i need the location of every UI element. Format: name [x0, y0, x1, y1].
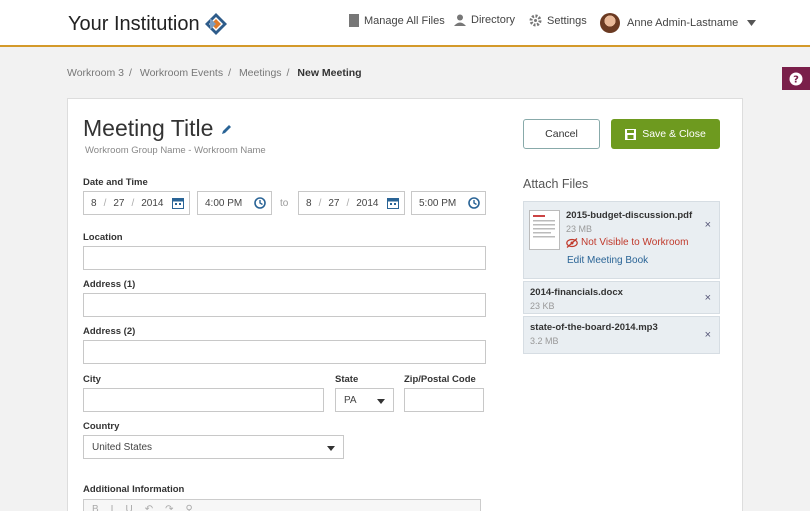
end-time-field[interactable]: 5:00 PM	[411, 191, 486, 215]
file-name: state-of-the-board-2014.mp3	[530, 322, 658, 333]
attachment-item: 2014-financials.docx 23 KB ×	[523, 281, 720, 314]
attachment-item: 2015-budget-discussion.pdf 23 MB Not Vis…	[523, 201, 720, 279]
start-day: 27	[113, 197, 125, 209]
nav-manage-files-label: Manage All Files	[364, 14, 445, 27]
nav-directory-label: Directory	[471, 14, 516, 26]
save-close-label: Save & Close	[642, 128, 706, 140]
user-icon	[454, 14, 466, 26]
chevron-down-icon	[327, 446, 335, 451]
nav-settings[interactable]: Settings	[529, 14, 587, 27]
nav-settings-label: Settings	[547, 14, 587, 27]
breadcrumb-item[interactable]: Workroom 3	[67, 67, 124, 79]
file-size: 23 KB	[530, 301, 555, 311]
meeting-subtitle: Workroom Group Name - Workroom Name	[85, 145, 266, 156]
svg-text:?: ?	[793, 74, 799, 85]
visibility-warning: Not Visible to Workroom	[566, 237, 692, 248]
meeting-title[interactable]: Meeting Title	[83, 115, 233, 142]
institution-logo-icon	[204, 13, 227, 35]
italic-button[interactable]: I	[111, 504, 114, 511]
avatar	[600, 13, 620, 33]
nav-directory[interactable]: Directory	[454, 14, 515, 26]
start-month: 8	[91, 197, 97, 209]
end-year: 2014	[356, 197, 379, 209]
brand[interactable]: Your Institution	[68, 12, 228, 36]
end-day: 27	[328, 197, 340, 209]
clock-icon[interactable]	[254, 197, 266, 209]
user-menu[interactable]: Anne Admin-Lastname	[600, 13, 757, 33]
remove-file-button[interactable]: ×	[705, 329, 711, 341]
top-bar: Your Institution Manage All Files Direct…	[0, 0, 810, 47]
file-size: 3.2 MB	[530, 336, 559, 346]
address1-label: Address (1)	[83, 279, 136, 290]
breadcrumb-item[interactable]: Meetings	[239, 67, 282, 79]
start-time-field[interactable]: 4:00 PM	[197, 191, 272, 215]
document-thumbnail-icon	[529, 210, 560, 250]
nav-manage-files[interactable]: Manage All Files	[349, 14, 445, 27]
meeting-title-text: Meeting Title	[83, 115, 214, 141]
eye-slash-icon	[566, 237, 578, 248]
address2-label: Address (2)	[83, 326, 136, 337]
additional-info-label: Additional Information	[83, 484, 185, 495]
user-name: Anne Admin-Lastname	[627, 17, 739, 29]
calendar-icon[interactable]	[387, 197, 399, 209]
remove-file-button[interactable]: ×	[705, 292, 711, 304]
country-value: United States	[92, 441, 153, 453]
start-date-field[interactable]: 8/ 27/ 2014	[83, 191, 190, 215]
editor-toolbar: B I U ↶ ↷ ⚲	[83, 499, 481, 511]
to-label: to	[280, 198, 289, 209]
city-label: City	[83, 374, 101, 385]
end-date-field[interactable]: 8/ 27/ 2014	[298, 191, 405, 215]
brand-name: Your Institution	[68, 12, 200, 35]
underline-button[interactable]: U	[125, 504, 132, 511]
undo-button[interactable]: ↶	[145, 504, 153, 511]
calendar-icon[interactable]	[172, 197, 184, 209]
breadcrumb-current: New Meeting	[297, 67, 362, 79]
file-name: 2014-financials.docx	[530, 287, 623, 298]
zip-input[interactable]	[404, 388, 484, 412]
start-year: 2014	[141, 197, 164, 209]
visibility-warning-text: Not Visible to Workroom	[581, 237, 689, 248]
redo-button[interactable]: ↷	[165, 504, 173, 511]
attach-files-title: Attach Files	[523, 177, 589, 191]
clock-icon[interactable]	[468, 197, 480, 209]
breadcrumb: Workroom 3/ Workroom Events / Meetings / N…	[67, 67, 362, 79]
help-button[interactable]: ?	[782, 67, 810, 90]
file-size: 23 MB	[566, 224, 593, 234]
address2-input[interactable]	[83, 340, 486, 364]
location-label: Location	[83, 232, 123, 243]
meeting-form-card: Meeting Title Workroom Group Name - Work…	[67, 98, 743, 511]
date-time-label: Date and Time	[83, 177, 148, 188]
breadcrumb-item[interactable]: Workroom Events	[140, 67, 223, 79]
link-button[interactable]: ⚲	[185, 504, 192, 511]
remove-file-button[interactable]: ×	[705, 219, 711, 231]
attachment-item: state-of-the-board-2014.mp3 3.2 MB ×	[523, 316, 720, 354]
bold-button[interactable]: B	[92, 504, 99, 511]
file-name: 2015-budget-discussion.pdf	[566, 210, 693, 221]
state-select[interactable]: PA	[335, 388, 394, 412]
city-input[interactable]	[83, 388, 324, 412]
zip-label: Zip/Postal Code	[404, 374, 476, 385]
save-icon	[625, 128, 637, 140]
location-input[interactable]	[83, 246, 486, 270]
state-value: PA	[344, 394, 357, 406]
state-label: State	[335, 374, 359, 385]
address1-input[interactable]	[83, 293, 486, 317]
end-time-value: 5:00 PM	[419, 197, 457, 209]
file-icon	[349, 14, 359, 27]
chevron-down-icon	[747, 20, 757, 26]
end-month: 8	[306, 197, 312, 209]
country-label: Country	[83, 421, 120, 432]
chevron-down-icon	[377, 399, 385, 404]
country-select[interactable]: United States	[83, 435, 344, 459]
start-time-value: 4:00 PM	[205, 197, 243, 209]
help-icon: ?	[789, 72, 803, 85]
cancel-button[interactable]: Cancel	[523, 119, 600, 149]
gear-icon	[529, 14, 542, 27]
save-close-button[interactable]: Save & Close	[611, 119, 720, 149]
pencil-icon[interactable]	[221, 123, 233, 135]
edit-meeting-book-link[interactable]: Edit Meeting Book	[567, 255, 648, 266]
